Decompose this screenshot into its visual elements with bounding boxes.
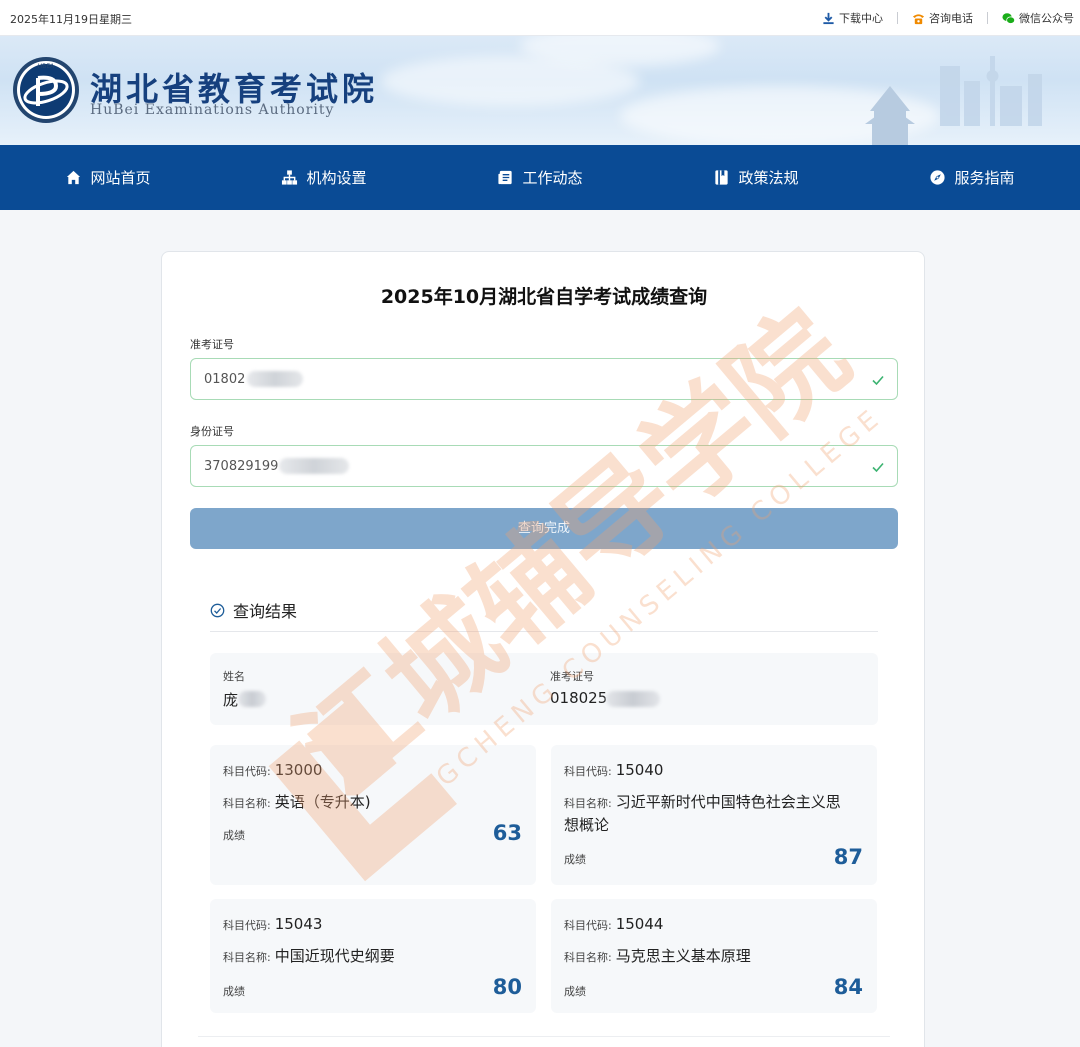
site-title-en: HuBei Examinations Authority xyxy=(90,102,335,118)
subject-name-label: 科目名称: xyxy=(223,951,271,964)
redacted-blur xyxy=(279,458,349,474)
emblem-text: HBEA xyxy=(38,63,55,70)
current-date: 2025年11月19日星期三 xyxy=(10,13,132,26)
news-icon xyxy=(498,170,513,185)
check-icon xyxy=(872,375,884,386)
subject-code: 15040 xyxy=(615,761,664,779)
nav-item-policy[interactable]: 政策法规 xyxy=(648,145,864,210)
nav-item-work-news[interactable]: 工作动态 xyxy=(432,145,648,210)
wechat-label: 微信公众号 xyxy=(1019,12,1074,25)
download-center-link[interactable]: 下载中心 xyxy=(822,10,883,26)
redacted-blur xyxy=(606,691,660,707)
nav-label: 服务指南 xyxy=(954,169,1015,187)
nav-item-home[interactable]: 网站首页 xyxy=(0,145,216,210)
score-label: 成绩 xyxy=(564,985,586,998)
subject-code-row: 科目代码: 15040 xyxy=(564,761,663,779)
divider xyxy=(897,12,898,24)
phone-icon xyxy=(912,13,925,24)
subject-code-row: 科目代码: 13000 xyxy=(223,761,322,779)
consult-phone-label: 咨询电话 xyxy=(929,12,973,25)
header-banner: HBEA 湖北省教育考试院 HuBei Examinations Authori… xyxy=(0,36,1080,145)
subject-code-label: 科目代码: xyxy=(564,765,612,778)
score-value: 84 xyxy=(833,975,863,999)
check-icon xyxy=(872,462,884,473)
home-icon xyxy=(67,170,81,185)
subject-name-label: 科目名称: xyxy=(564,951,612,964)
nav-label: 机构设置 xyxy=(306,169,367,187)
subject-code-row: 科目代码: 15044 xyxy=(564,915,663,933)
divider xyxy=(198,1036,890,1037)
skyline-decoration xyxy=(865,56,1042,145)
id-number-label: 身份证号 xyxy=(190,425,234,438)
org-chart-icon xyxy=(282,170,298,185)
subject-name-row: 科目名称: 习近平新时代中国特色社会主义思 xyxy=(564,791,841,812)
top-bar: 2025年11月19日星期三 下载中心 咨询电话 微信公众号 xyxy=(0,0,1080,36)
main-nav: 网站首页 机构设置 工作动态 政策法规 服务指南 xyxy=(0,145,1080,210)
name-label: 姓名 xyxy=(223,670,245,683)
subject-card: 科目代码: 15044 科目名称: 马克思主义基本原理 成绩 84 xyxy=(551,899,877,1013)
consult-phone-link[interactable]: 咨询电话 xyxy=(912,10,973,26)
download-icon xyxy=(823,12,834,24)
subject-name-row: 科目名称: 马克思主义基本原理 xyxy=(564,945,751,966)
result-heading: 查询结果 xyxy=(210,598,297,622)
subject-code-label: 科目代码: xyxy=(223,919,271,932)
subject-name: 英语（专升本) xyxy=(274,793,371,811)
nav-item-service-guide[interactable]: 服务指南 xyxy=(864,145,1080,210)
result-heading-text: 查询结果 xyxy=(233,602,298,621)
subject-name-continued: 想概论 xyxy=(564,816,610,834)
hbea-emblem-icon: HBEA xyxy=(13,57,79,123)
top-links: 下载中心 咨询电话 微信公众号 xyxy=(822,10,1074,26)
ticket-number-label: 准考证号 xyxy=(190,338,234,351)
candidate-info: 姓名 庞 准考证号 018025 xyxy=(210,653,878,725)
subject-code-label: 科目代码: xyxy=(564,919,612,932)
subject-name-row: 科目名称: 英语（专升本) xyxy=(223,791,371,812)
subject-card: 科目代码: 13000 科目名称: 英语（专升本) 成绩 63 xyxy=(210,745,536,885)
book-icon xyxy=(715,170,729,185)
ticket-number-input[interactable]: 01802 xyxy=(190,358,898,400)
subject-name: 马克思主义基本原理 xyxy=(615,947,751,965)
subject-card: 科目代码: 15043 科目名称: 中国近现代史纲要 成绩 80 xyxy=(210,899,536,1013)
nav-item-organization[interactable]: 机构设置 xyxy=(216,145,432,210)
circle-check-icon xyxy=(210,603,225,617)
subject-card: 科目代码: 15040 科目名称: 习近平新时代中国特色社会主义思 想概论 成绩… xyxy=(551,745,877,885)
subject-code: 13000 xyxy=(274,761,323,779)
score-label: 成绩 xyxy=(564,853,586,866)
subject-code: 15044 xyxy=(615,915,664,933)
name-value: 庞 xyxy=(223,691,239,709)
nav-label: 政策法规 xyxy=(738,169,799,187)
ticket-number-value: 01802 xyxy=(204,372,246,387)
id-number-input[interactable]: 370829199 xyxy=(190,445,898,487)
subject-name: 中国近现代史纲要 xyxy=(274,947,395,965)
compass-icon xyxy=(930,170,946,185)
subject-name: 习近平新时代中国特色社会主义思 xyxy=(615,793,841,811)
subject-name-label: 科目名称: xyxy=(564,797,612,810)
score-label: 成绩 xyxy=(223,985,245,998)
subject-name-row: 科目名称: 中国近现代史纲要 xyxy=(223,945,395,966)
score-value: 87 xyxy=(833,845,863,869)
score-value: 80 xyxy=(492,975,522,999)
nav-label: 工作动态 xyxy=(522,169,583,187)
wechat-icon xyxy=(1002,12,1015,24)
wechat-link[interactable]: 微信公众号 xyxy=(1002,10,1074,26)
subject-code-label: 科目代码: xyxy=(223,765,271,778)
score-query-card: 2025年10月湖北省自学考试成绩查询 准考证号 01802 身份证号 3708… xyxy=(161,251,925,1047)
query-submit-button[interactable]: 查询完成 xyxy=(190,508,898,549)
subject-code-row: 科目代码: 15043 xyxy=(223,915,322,933)
nav-label: 网站首页 xyxy=(90,169,151,187)
download-center-label: 下载中心 xyxy=(839,12,883,25)
id-number-value: 370829199 xyxy=(204,459,279,474)
score-value: 63 xyxy=(492,821,522,845)
redacted-blur xyxy=(247,371,303,387)
subject-name-label: 科目名称: xyxy=(223,797,271,810)
divider xyxy=(987,12,988,24)
result-ticket-label: 准考证号 xyxy=(550,670,594,683)
redacted-blur xyxy=(238,691,266,707)
query-title: 2025年10月湖北省自学考试成绩查询 xyxy=(380,286,708,308)
subject-code: 15043 xyxy=(274,915,323,933)
result-ticket-value: 018025 xyxy=(550,689,608,707)
score-label: 成绩 xyxy=(223,829,245,842)
divider xyxy=(210,631,878,632)
